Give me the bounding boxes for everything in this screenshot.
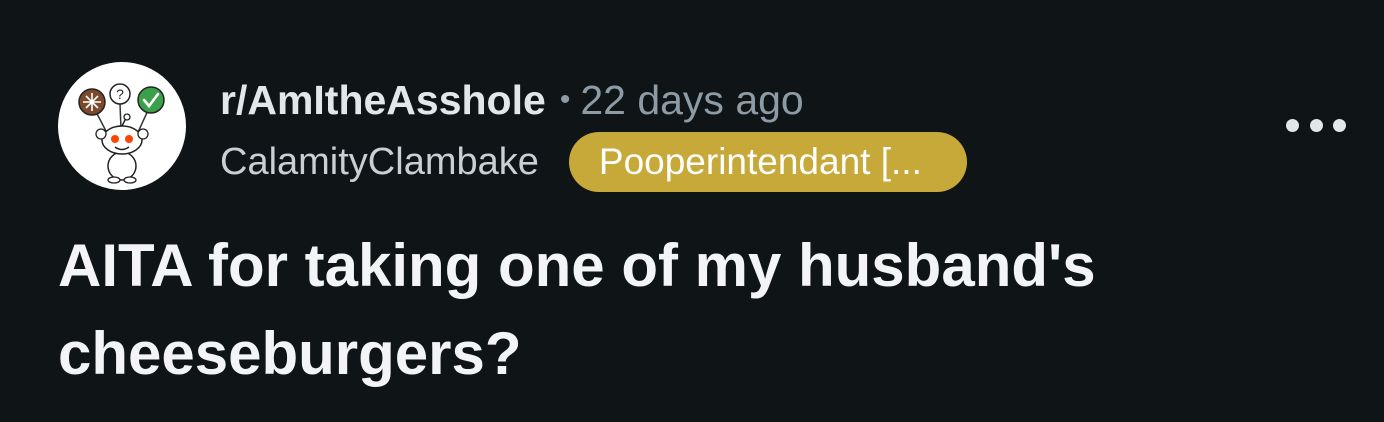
more-dot bbox=[1333, 118, 1346, 132]
post-header: ? r/AmItheAsshole • 22 days ago Calamity… bbox=[58, 62, 1348, 192]
post-timestamp: 22 days ago bbox=[580, 76, 804, 123]
meta-separator: • bbox=[559, 83, 571, 116]
user-flair-badge: Pooperintendant [... bbox=[568, 132, 967, 192]
snoo-balloons-icon: ? bbox=[78, 83, 165, 184]
post-title[interactable]: AITA for taking one of my husband's chee… bbox=[58, 222, 1348, 398]
svg-text:?: ? bbox=[116, 86, 124, 102]
more-dot bbox=[1286, 118, 1299, 132]
more-dot bbox=[1309, 118, 1323, 132]
author-link[interactable]: CalamityClambake bbox=[220, 141, 539, 184]
more-options-icon[interactable] bbox=[1286, 110, 1346, 140]
meta-row-author: CalamityClambake Pooperintendant [... bbox=[220, 132, 967, 192]
subreddit-avatar-icon[interactable]: ? bbox=[58, 62, 186, 190]
subreddit-link[interactable]: r/AmItheAsshole bbox=[220, 77, 546, 124]
meta-row-subreddit: r/AmItheAsshole • 22 days ago bbox=[220, 70, 804, 130]
